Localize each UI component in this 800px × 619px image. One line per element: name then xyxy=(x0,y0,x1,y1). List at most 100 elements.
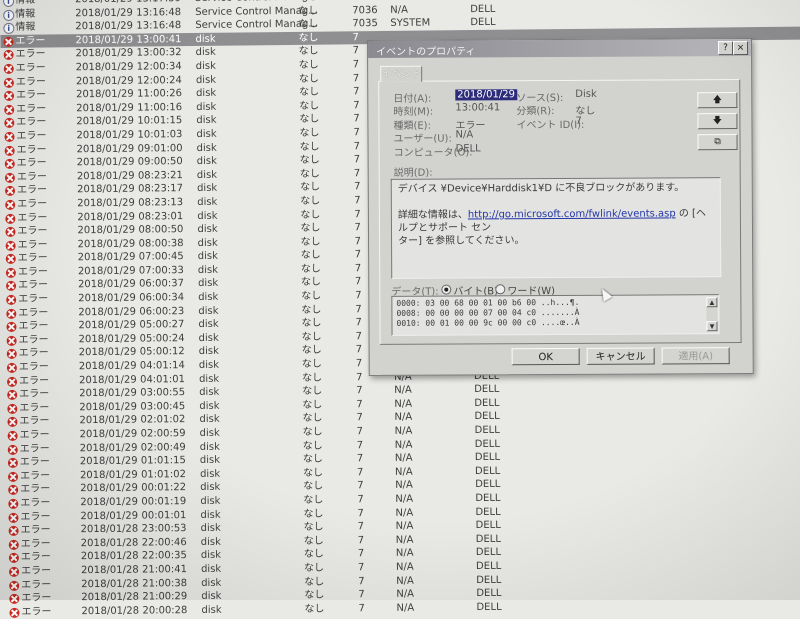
event-source: disk xyxy=(197,210,218,222)
event-level: エラー xyxy=(18,320,49,333)
event-category: なし xyxy=(298,86,320,99)
event-date: 2018/01/29 xyxy=(78,292,136,305)
event-level: エラー xyxy=(16,130,47,142)
event-category: なし xyxy=(302,399,323,411)
event-level: エラー xyxy=(21,606,52,618)
dialog-titlebar[interactable]: イベントのプロパティ ? × xyxy=(368,38,752,58)
event-level: エラー xyxy=(19,443,50,455)
user-value: N/A xyxy=(455,129,474,141)
event-time: 08:00:38 xyxy=(138,237,184,250)
event-category: なし xyxy=(303,481,324,493)
event-category: なし xyxy=(303,562,325,574)
hex-line: 0010: 00 01 00 00 9c 00 00 c0 ....œ..À xyxy=(396,317,580,328)
ok-button[interactable]: OK xyxy=(511,347,580,366)
event-level: エラー xyxy=(15,35,46,47)
event-level: エラー xyxy=(17,184,48,197)
event-time: 08:23:01 xyxy=(138,210,184,223)
event-level: エラー xyxy=(16,103,47,115)
hex-scrollbar[interactable]: ▲ ▼ xyxy=(706,297,718,332)
error-icon xyxy=(9,580,20,591)
bytes-radio[interactable] xyxy=(441,284,452,295)
error-icon xyxy=(7,390,18,401)
event-category: なし xyxy=(303,494,324,506)
help-button[interactable]: ? xyxy=(718,41,734,56)
event-user: N/A xyxy=(395,561,414,573)
previous-event-button[interactable]: 🡅 xyxy=(697,92,738,109)
cancel-button[interactable]: キャンセル xyxy=(586,347,655,365)
event-source: disk xyxy=(200,536,221,548)
event-source: disk xyxy=(198,291,219,304)
tab-event[interactable]: イベント xyxy=(380,65,423,82)
event-user: N/A xyxy=(395,548,414,560)
description-link[interactable]: http://go.microsoft.com/fwlink/events.as… xyxy=(468,208,676,220)
event-id: 7 xyxy=(355,290,362,302)
error-icon xyxy=(8,539,19,550)
event-source: disk xyxy=(195,87,217,100)
event-source: disk xyxy=(199,414,220,426)
data-hex-box[interactable]: 0000: 03 00 68 00 01 00 b6 00 ..h...¶. 0… xyxy=(391,294,720,336)
event-time: 20:00:28 xyxy=(142,604,188,617)
dialog-title: イベントのプロパティ xyxy=(376,46,476,58)
event-source: disk xyxy=(197,251,218,263)
error-icon xyxy=(9,607,20,618)
event-category: なし xyxy=(302,426,323,438)
event-level: エラー xyxy=(20,497,51,509)
event-source: disk xyxy=(198,373,220,385)
event-computer: DELL xyxy=(474,384,500,396)
event-level: エラー xyxy=(19,415,50,428)
event-id: 7 xyxy=(355,371,363,383)
event-category: なし xyxy=(304,589,325,601)
error-icon xyxy=(3,63,14,74)
description-box[interactable]: デバイス ¥Device¥Harddisk1¥D に不良ブロックがあります。 詳… xyxy=(390,177,722,279)
event-source: disk xyxy=(200,482,221,494)
event-id: 7 xyxy=(356,412,363,424)
event-category: なし xyxy=(301,317,322,330)
event-source: disk xyxy=(198,346,219,358)
copy-event-button[interactable]: ⧉ xyxy=(697,134,738,151)
scroll-up-icon[interactable]: ▲ xyxy=(706,297,718,308)
event-user: N/A xyxy=(394,398,413,410)
event-level: エラー xyxy=(18,307,49,319)
event-category: なし xyxy=(301,290,322,302)
event-id: 7 xyxy=(358,602,365,614)
event-date: 2018/01/29 xyxy=(75,20,134,33)
close-button[interactable]: × xyxy=(733,41,749,56)
event-source: disk xyxy=(196,155,217,168)
event-source: disk xyxy=(195,47,216,59)
event-time: 08:00:50 xyxy=(138,224,184,236)
error-icon xyxy=(6,362,17,373)
words-radio[interactable] xyxy=(495,284,506,295)
next-event-button[interactable]: 🡇 xyxy=(697,113,738,130)
event-category: なし xyxy=(300,249,321,262)
event-id: 7036 xyxy=(352,4,378,16)
event-user: N/A xyxy=(394,384,412,397)
category-label: 分類(R): xyxy=(516,106,555,118)
event-date: 2018/01/29 xyxy=(78,347,137,359)
apply-button[interactable]: 適用(A) xyxy=(661,347,730,365)
event-category: なし xyxy=(299,154,320,166)
event-source: disk xyxy=(196,183,218,195)
event-source: disk xyxy=(198,332,219,344)
event-id: 7 xyxy=(356,453,364,465)
error-icon xyxy=(3,50,14,61)
event-source: disk xyxy=(197,196,218,208)
event-user: N/A xyxy=(395,534,414,546)
event-time: 22:00:46 xyxy=(141,536,187,549)
event-category: なし xyxy=(302,467,324,479)
event-category: なし xyxy=(298,59,319,71)
event-time: 01:01:15 xyxy=(140,455,186,467)
scroll-down-icon[interactable]: ▼ xyxy=(706,321,718,332)
event-id: 7 xyxy=(357,562,365,574)
event-level: エラー xyxy=(16,89,47,101)
event-source: disk xyxy=(196,115,217,127)
event-category: なし xyxy=(304,603,325,615)
event-category: なし xyxy=(303,535,324,547)
event-computer: DELL xyxy=(476,601,502,613)
event-id: 7 xyxy=(353,167,361,180)
error-icon xyxy=(5,226,16,238)
event-user: N/A xyxy=(394,425,413,437)
error-icon xyxy=(4,145,15,156)
event-time: 21:00:41 xyxy=(141,564,188,576)
event-time: 06:00:23 xyxy=(139,305,185,318)
event-source: disk xyxy=(200,509,221,521)
